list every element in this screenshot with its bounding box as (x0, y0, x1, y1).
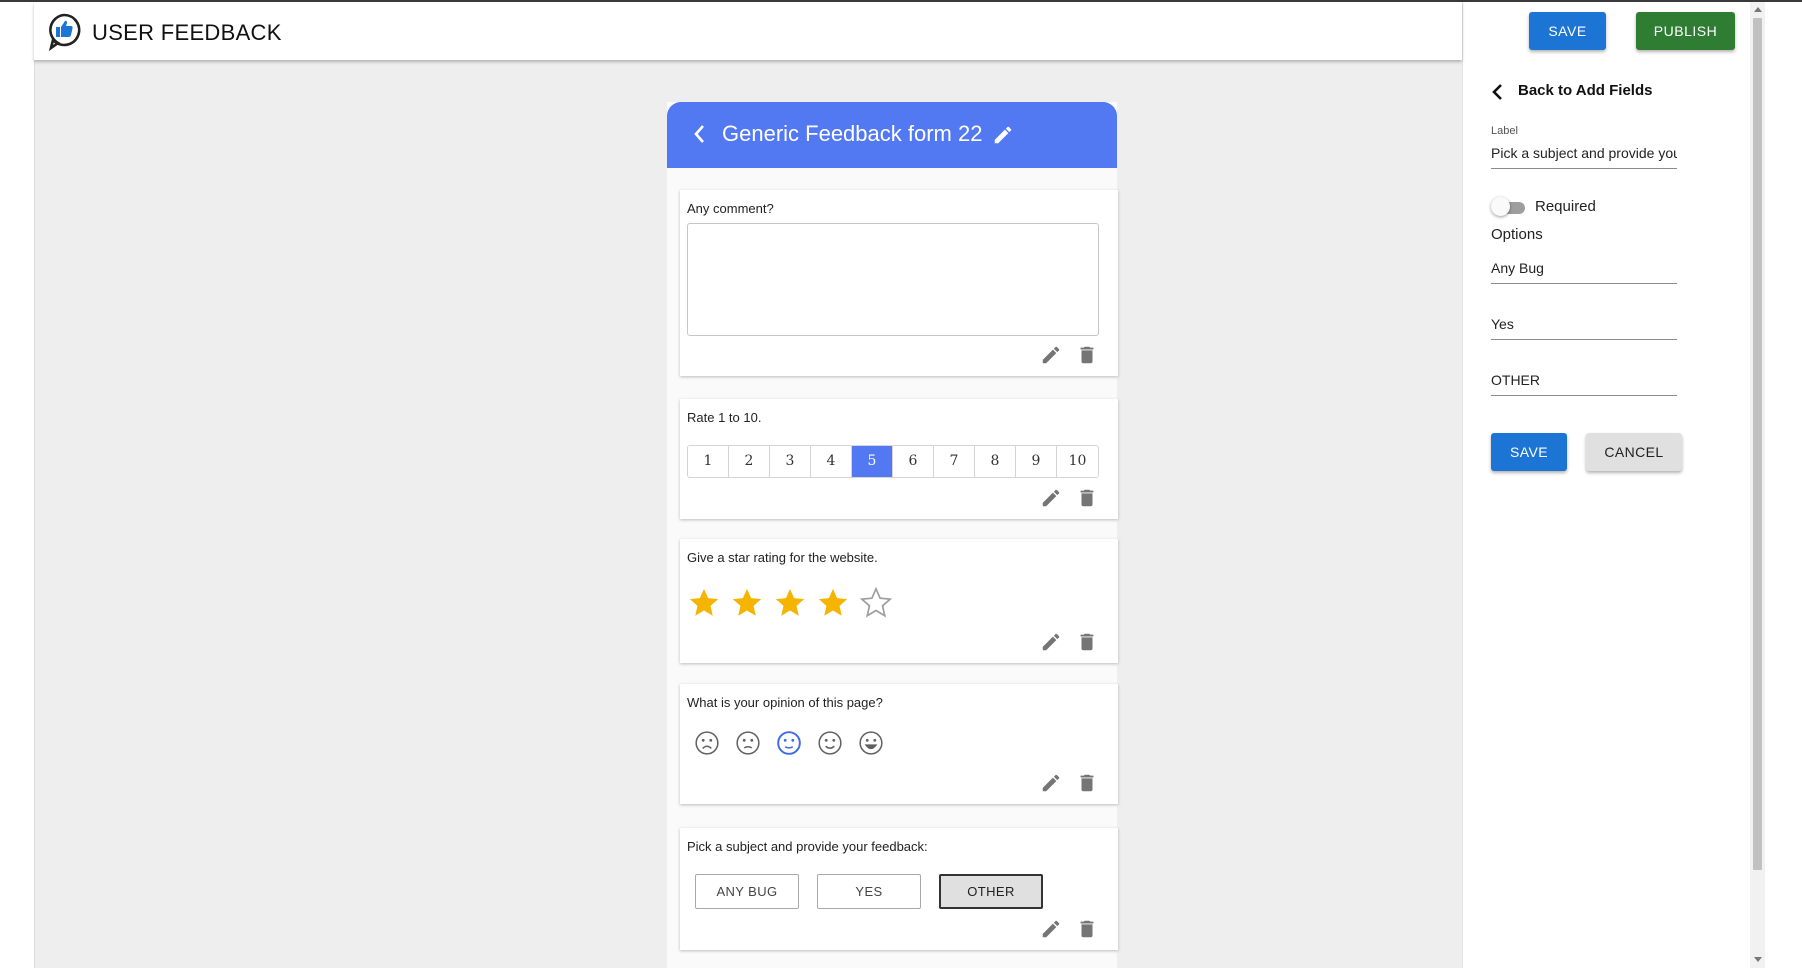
edit-icon[interactable] (1040, 344, 1062, 366)
editor-save-button[interactable]: SAVE (1491, 433, 1567, 471)
rating-scale: 1 2 3 4 5 6 7 8 9 10 (687, 445, 1099, 478)
opinion-card: What is your opinion of this page? (680, 684, 1118, 804)
rating-option[interactable]: 10 (1057, 446, 1098, 477)
star-filled-icon[interactable] (773, 586, 807, 620)
form-preview: Generic Feedback form 22 Any comment? Ra… (667, 102, 1118, 968)
star-outline-icon[interactable] (859, 586, 893, 620)
rating-option[interactable]: 8 (975, 446, 1016, 477)
back-link-label: Back to Add Fields (1518, 82, 1653, 99)
rating-option[interactable]: 5 (852, 446, 893, 477)
rating-option[interactable]: 1 (688, 446, 729, 477)
editor-cancel-button[interactable]: CANCEL (1586, 433, 1682, 471)
delete-icon[interactable] (1076, 772, 1098, 794)
question-label: Any comment? (687, 201, 774, 216)
form-title: Generic Feedback form 22 (722, 121, 983, 146)
delete-icon[interactable] (1076, 487, 1098, 509)
edit-icon[interactable] (1040, 772, 1062, 794)
app-title: USER FEEDBACK (92, 20, 282, 45)
label-input[interactable]: Pick a subject and provide your feedback… (1491, 143, 1677, 169)
scroll-up-arrow-icon[interactable] (1754, 7, 1762, 12)
delete-icon[interactable] (1076, 631, 1098, 653)
option-input[interactable]: Yes (1491, 314, 1677, 340)
star-filled-icon[interactable] (816, 586, 850, 620)
form-header: Generic Feedback form 22 (667, 102, 1117, 168)
face-rating (694, 730, 884, 756)
delete-icon[interactable] (1076, 344, 1098, 366)
question-label: What is your opinion of this page? (687, 695, 883, 710)
very-sad-face-icon[interactable] (694, 730, 720, 756)
subject-option-button[interactable]: YES (817, 874, 921, 909)
sad-face-icon[interactable] (735, 730, 761, 756)
subject-option-button[interactable]: OTHER (939, 874, 1043, 909)
subject-options: ANY BUG YES OTHER (695, 874, 1043, 909)
rating-option[interactable]: 6 (893, 446, 934, 477)
grin-face-icon[interactable] (858, 730, 884, 756)
scroll-down-arrow-icon[interactable] (1754, 957, 1762, 962)
rating-option[interactable]: 3 (770, 446, 811, 477)
label-input-value: Pick a subject and provide your feedback… (1491, 145, 1677, 161)
option-input[interactable]: OTHER (1491, 370, 1677, 396)
option-value: Yes (1491, 316, 1514, 332)
required-label: Required (1535, 198, 1596, 215)
comment-card: Any comment? (680, 190, 1118, 376)
delete-icon[interactable] (1076, 918, 1098, 940)
subject-option-button[interactable]: ANY BUG (695, 874, 799, 909)
rating-card: Rate 1 to 10. 1 2 3 4 5 6 7 8 9 10 (680, 399, 1118, 519)
rating-option[interactable]: 7 (934, 446, 975, 477)
question-label: Give a star rating for the website. (687, 550, 878, 565)
publish-button[interactable]: PUBLISH (1636, 12, 1735, 50)
option-value: Any Bug (1491, 260, 1544, 276)
label-caption: Label (1491, 125, 1518, 137)
required-toggle[interactable] (1491, 197, 1527, 216)
scrollbar-thumb[interactable] (1753, 18, 1762, 870)
neutral-face-icon[interactable] (776, 730, 802, 756)
edit-icon[interactable] (1040, 487, 1062, 509)
star-rating-card: Give a star rating for the website. (680, 539, 1118, 663)
option-input[interactable]: Any Bug (1491, 258, 1677, 284)
chevron-left-icon (1491, 83, 1505, 101)
save-button[interactable]: SAVE (1529, 12, 1606, 50)
subject-card: Pick a subject and provide your feedback… (680, 828, 1118, 950)
pencil-icon[interactable] (992, 124, 1014, 146)
rating-option[interactable]: 4 (811, 446, 852, 477)
edit-icon[interactable] (1040, 631, 1062, 653)
thumbs-up-chat-logo-icon (46, 12, 82, 52)
smile-face-icon[interactable] (817, 730, 843, 756)
option-value: OTHER (1491, 372, 1540, 388)
star-filled-icon[interactable] (730, 586, 764, 620)
options-heading: Options (1491, 226, 1543, 243)
question-label: Pick a subject and provide your feedback… (687, 839, 928, 854)
rating-option[interactable]: 9 (1016, 446, 1057, 477)
scrollbar[interactable] (1750, 2, 1765, 968)
chevron-left-icon[interactable] (691, 123, 709, 145)
star-filled-icon[interactable] (687, 586, 721, 620)
star-rating (687, 586, 893, 620)
field-editor-panel: SAVE PUBLISH Back to Add Fields Label Pi… (1462, 2, 1750, 968)
comment-textarea[interactable] (687, 223, 1099, 336)
rating-option[interactable]: 2 (729, 446, 770, 477)
app-bar: USER FEEDBACK (34, 2, 1462, 60)
question-label: Rate 1 to 10. (687, 410, 762, 425)
edit-icon[interactable] (1040, 918, 1062, 940)
